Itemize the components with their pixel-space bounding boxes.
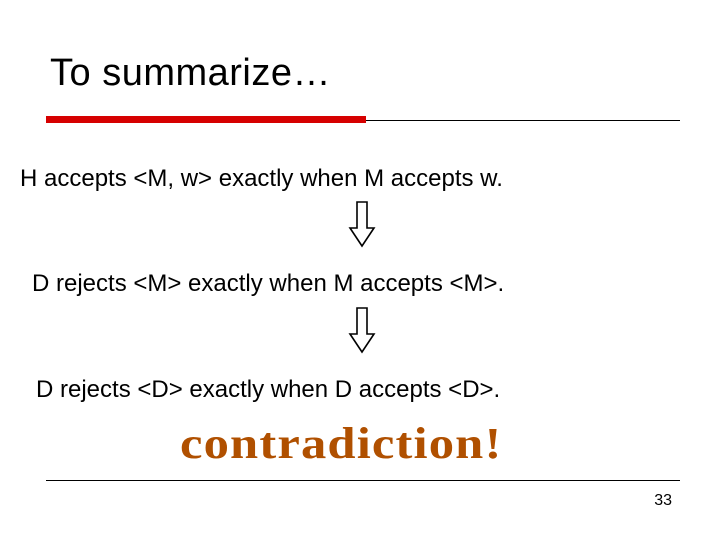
- statement-1: H accepts <M, w> exactly when M accepts …: [20, 165, 503, 193]
- page-number: 33: [654, 492, 672, 510]
- title-underline-black: [366, 120, 680, 121]
- title-underline-red: [46, 116, 366, 123]
- statement-2: D rejects <M> exactly when M accepts <M>…: [32, 270, 504, 298]
- down-arrow-icon: [348, 306, 376, 354]
- slide-title: To summarize…: [50, 52, 331, 95]
- footer-separator: [46, 480, 680, 481]
- statement-3: D rejects <D> exactly when D accepts <D>…: [36, 376, 500, 404]
- slide: To summarize… H accepts <M, w> exactly w…: [0, 0, 720, 540]
- down-arrow-icon: [348, 200, 376, 248]
- contradiction-exclamation: contradiction!: [180, 418, 502, 469]
